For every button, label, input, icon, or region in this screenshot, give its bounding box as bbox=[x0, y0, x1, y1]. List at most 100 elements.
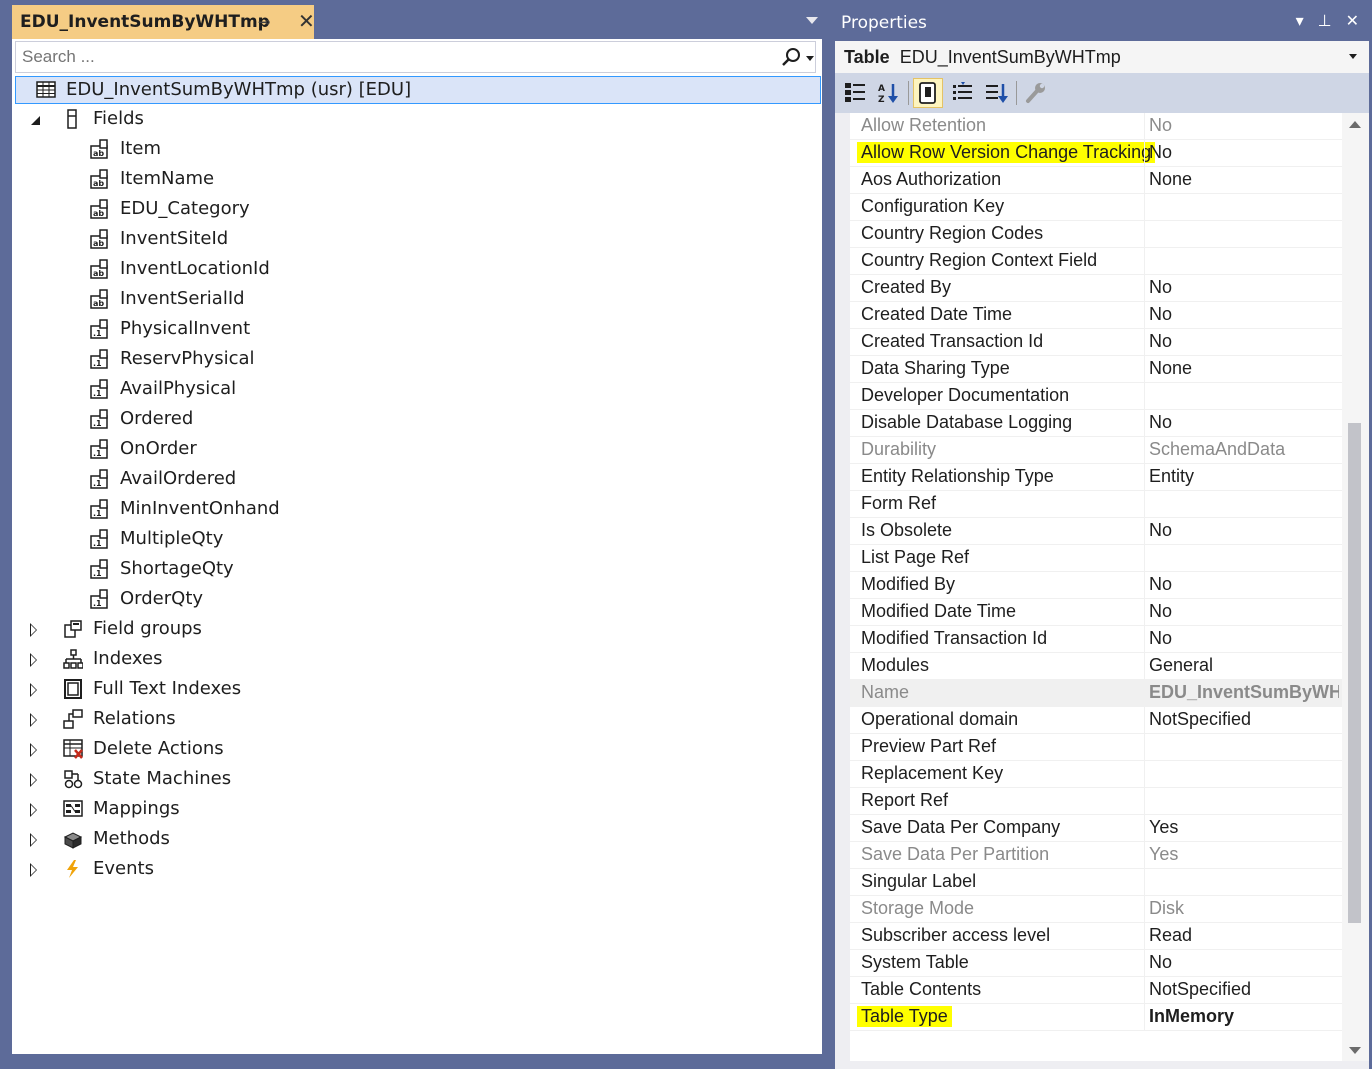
property-value[interactable]: No bbox=[1149, 628, 1339, 649]
window-position-dropdown-icon[interactable]: ▾ bbox=[1296, 11, 1304, 30]
property-value[interactable]: None bbox=[1149, 169, 1339, 190]
property-row[interactable]: Singular Label bbox=[850, 869, 1342, 896]
tree-field-node[interactable]: ab ItemName bbox=[12, 165, 818, 195]
property-row[interactable]: Created By No bbox=[850, 275, 1342, 302]
tree-field-node[interactable]: .1 OnOrder bbox=[12, 435, 818, 465]
collapsed-arrow-icon[interactable] bbox=[26, 743, 40, 757]
close-icon[interactable]: ✕ bbox=[298, 9, 315, 33]
tree-node[interactable]: Full Text Indexes bbox=[12, 675, 818, 705]
tree-field-node[interactable]: .1 MinInventOnhand bbox=[12, 495, 818, 525]
tree-node[interactable]: Relations bbox=[12, 705, 818, 735]
sort-button[interactable] bbox=[981, 78, 1011, 108]
tree-field-node[interactable]: ab InventSiteId bbox=[12, 225, 818, 255]
property-row[interactable]: Table Contents NotSpecified bbox=[850, 977, 1342, 1004]
collapsed-arrow-icon[interactable] bbox=[26, 713, 40, 727]
property-row[interactable]: Save Data Per Company Yes bbox=[850, 815, 1342, 842]
property-value[interactable]: InMemory bbox=[1149, 1006, 1339, 1027]
property-value[interactable]: No bbox=[1149, 520, 1339, 541]
property-row[interactable]: Preview Part Ref bbox=[850, 734, 1342, 761]
collapsed-arrow-icon[interactable] bbox=[26, 863, 40, 877]
property-value[interactable]: EDU_InventSumByWHTmp bbox=[1149, 682, 1339, 703]
property-row[interactable]: Allow Row Version Change Tracking No bbox=[850, 140, 1342, 167]
property-value[interactable]: No bbox=[1149, 277, 1339, 298]
property-value[interactable]: NotSpecified bbox=[1149, 709, 1339, 730]
pin-icon[interactable]: ⊥ bbox=[1318, 11, 1332, 30]
property-row[interactable]: Data Sharing Type None bbox=[850, 356, 1342, 383]
collapsed-arrow-icon[interactable] bbox=[26, 653, 40, 667]
categorized-button[interactable] bbox=[840, 78, 870, 108]
scroll-up-icon[interactable] bbox=[1349, 121, 1361, 128]
property-row[interactable]: Modified Transaction Id No bbox=[850, 626, 1342, 653]
tree-field-node[interactable]: ab InventLocationId bbox=[12, 255, 818, 285]
property-value[interactable]: No bbox=[1149, 142, 1339, 163]
property-row[interactable]: System Table No bbox=[850, 950, 1342, 977]
property-grid-scrollbar[interactable] bbox=[1342, 113, 1369, 1061]
property-row[interactable]: Subscriber access level Read bbox=[850, 923, 1342, 950]
property-value[interactable]: NotSpecified bbox=[1149, 979, 1339, 1000]
tab-list-dropdown-icon[interactable] bbox=[806, 17, 818, 24]
property-value[interactable]: Read bbox=[1149, 925, 1339, 946]
property-row[interactable]: Operational domain NotSpecified bbox=[850, 707, 1342, 734]
tree-field-node[interactable]: .1 PhysicalInvent bbox=[12, 315, 818, 345]
tree-field-node[interactable]: .1 Ordered bbox=[12, 405, 818, 435]
property-value[interactable]: Entity bbox=[1149, 466, 1339, 487]
property-value[interactable]: No bbox=[1149, 574, 1339, 595]
property-value[interactable]: No bbox=[1149, 115, 1339, 136]
tree-field-node[interactable]: .1 ReservPhysical bbox=[12, 345, 818, 375]
property-value[interactable]: Yes bbox=[1149, 844, 1339, 865]
search-options-dropdown-icon[interactable] bbox=[806, 56, 814, 61]
property-row[interactable]: Developer Documentation bbox=[850, 383, 1342, 410]
property-row[interactable]: Created Date Time No bbox=[850, 302, 1342, 329]
property-row[interactable]: Storage Mode Disk bbox=[850, 896, 1342, 923]
document-tab[interactable]: EDU_InventSumByWHTmp ⊸ ✕ bbox=[12, 5, 315, 39]
tree-node[interactable]: Delete Actions bbox=[12, 735, 818, 765]
property-row[interactable]: Table Type InMemory bbox=[850, 1004, 1342, 1031]
property-row[interactable]: Durability SchemaAndData bbox=[850, 437, 1342, 464]
tree-node[interactable]: Indexes bbox=[12, 645, 818, 675]
property-value[interactable]: No bbox=[1149, 601, 1339, 622]
tree-node[interactable]: Mappings bbox=[12, 795, 818, 825]
property-value[interactable]: No bbox=[1149, 412, 1339, 433]
collapsed-arrow-icon[interactable] bbox=[26, 683, 40, 697]
properties-button[interactable] bbox=[913, 78, 943, 108]
property-row[interactable]: Country Region Context Field bbox=[850, 248, 1342, 275]
property-row[interactable]: Modules General bbox=[850, 653, 1342, 680]
property-row[interactable]: Form Ref bbox=[850, 491, 1342, 518]
property-row[interactable]: Modified Date Time No bbox=[850, 599, 1342, 626]
scroll-thumb[interactable] bbox=[1348, 423, 1361, 923]
property-row[interactable]: Name EDU_InventSumByWHTmp bbox=[850, 680, 1342, 707]
property-value[interactable]: Yes bbox=[1149, 817, 1339, 838]
object-selector-dropdown-icon[interactable] bbox=[1349, 54, 1357, 59]
collapsed-arrow-icon[interactable] bbox=[26, 773, 40, 787]
search-input[interactable] bbox=[16, 42, 776, 72]
property-row[interactable]: Created Transaction Id No bbox=[850, 329, 1342, 356]
tree-field-node[interactable]: .1 ShortageQty bbox=[12, 555, 818, 585]
tree-field-node[interactable]: .1 AvailOrdered bbox=[12, 465, 818, 495]
property-pages-button[interactable] bbox=[1021, 78, 1051, 108]
property-row[interactable]: Is Obsolete No bbox=[850, 518, 1342, 545]
search-icon[interactable] bbox=[780, 46, 802, 68]
tree-node[interactable]: Events bbox=[12, 855, 818, 885]
pin-icon[interactable]: ⊸ bbox=[258, 13, 271, 31]
collapsed-arrow-icon[interactable] bbox=[26, 803, 40, 817]
property-row[interactable]: Replacement Key bbox=[850, 761, 1342, 788]
property-row[interactable]: Report Ref bbox=[850, 788, 1342, 815]
property-row[interactable]: Allow Retention No bbox=[850, 113, 1342, 140]
tree-field-node[interactable]: .1 AvailPhysical bbox=[12, 375, 818, 405]
tree-node[interactable]: Methods bbox=[12, 825, 818, 855]
property-value[interactable]: No bbox=[1149, 952, 1339, 973]
tree-field-node[interactable]: ab Item bbox=[12, 135, 818, 165]
property-row[interactable]: Disable Database Logging No bbox=[850, 410, 1342, 437]
property-value[interactable]: No bbox=[1149, 331, 1339, 352]
tree-field-node[interactable]: .1 MultipleQty bbox=[12, 525, 818, 555]
property-value[interactable]: No bbox=[1149, 304, 1339, 325]
property-row[interactable]: Save Data Per Partition Yes bbox=[850, 842, 1342, 869]
collapsed-arrow-icon[interactable] bbox=[26, 833, 40, 847]
tree-node-fields[interactable]: Fields bbox=[12, 105, 818, 135]
expanded-arrow-icon[interactable] bbox=[28, 113, 42, 127]
property-value[interactable]: General bbox=[1149, 655, 1339, 676]
tree-field-node[interactable]: .1 OrderQty bbox=[12, 585, 818, 615]
tree-node[interactable]: Field groups bbox=[12, 615, 818, 645]
close-icon[interactable]: ✕ bbox=[1346, 11, 1359, 30]
tree-node[interactable]: State Machines bbox=[12, 765, 818, 795]
